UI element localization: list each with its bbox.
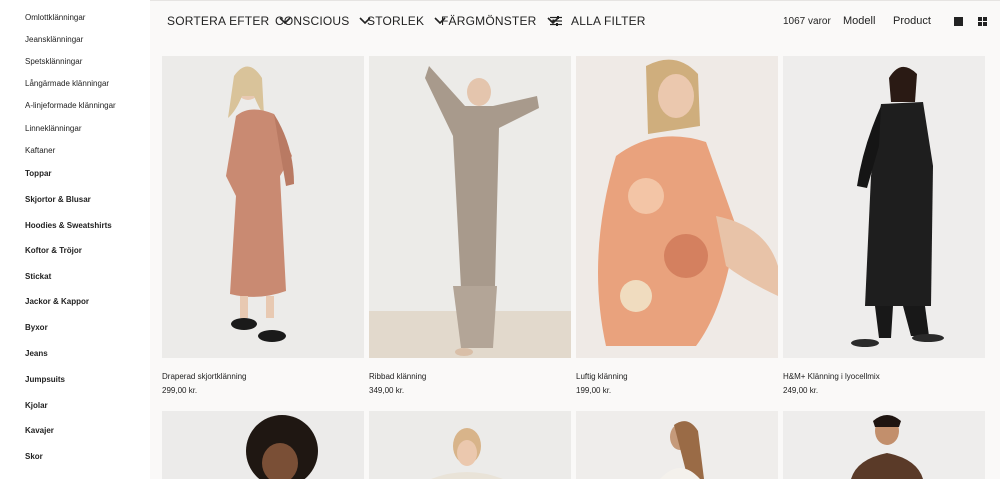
filter-toolbar: SORTERA EFTER CONSCIOUS STORLEK FÄRGMÖNS… bbox=[150, 0, 1000, 44]
product-image[interactable] bbox=[369, 411, 571, 479]
small-grid-icon[interactable] bbox=[978, 17, 987, 26]
sidebar-item-skjortor-blusar[interactable]: Skjortor & Blusar bbox=[25, 195, 91, 204]
model-brown-top-figure bbox=[783, 411, 985, 479]
model-ribbed-dress-figure bbox=[369, 56, 571, 358]
sidebar-item-spetsklanningar[interactable]: Spetsklänningar bbox=[25, 57, 82, 66]
color-pattern-label: FÄRGMÖNSTER bbox=[441, 14, 537, 28]
size-dropdown[interactable]: STORLEK bbox=[367, 14, 446, 28]
large-grid-icon[interactable] bbox=[954, 17, 963, 26]
all-filters-button[interactable]: ALLA FILTER bbox=[550, 14, 646, 28]
view-model-button[interactable]: Modell bbox=[843, 15, 875, 27]
model-floral-dress-figure bbox=[576, 56, 778, 358]
sidebar-item-jumpsuits[interactable]: Jumpsuits bbox=[25, 375, 65, 384]
product-price: 249,00 kr. bbox=[783, 386, 819, 395]
color-pattern-dropdown[interactable]: FÄRGMÖNSTER bbox=[441, 14, 559, 28]
sort-dropdown[interactable]: SORTERA EFTER bbox=[167, 14, 291, 28]
product-image[interactable] bbox=[783, 411, 985, 479]
model-curly-hair-figure bbox=[162, 411, 364, 479]
model-black-dress-figure bbox=[783, 56, 985, 358]
product-image[interactable] bbox=[162, 56, 364, 358]
size-label: STORLEK bbox=[367, 14, 425, 28]
conscious-label: CONSCIOUS bbox=[275, 14, 350, 28]
sidebar-item-hoodies-sweatshirts[interactable]: Hoodies & Sweatshirts bbox=[25, 221, 112, 230]
sidebar-item-jeans[interactable]: Jeans bbox=[25, 349, 48, 358]
sidebar-item-byxor[interactable]: Byxor bbox=[25, 323, 48, 332]
sidebar-item-kjolar[interactable]: Kjolar bbox=[25, 401, 48, 410]
sidebar-item-stickat[interactable]: Stickat bbox=[25, 272, 51, 281]
model-pink-dress-figure bbox=[162, 56, 364, 358]
sidebar-item-kaftaner[interactable]: Kaftaner bbox=[25, 146, 55, 155]
conscious-dropdown[interactable]: CONSCIOUS bbox=[275, 14, 372, 28]
sidebar-item-a-linjeformade-klanningar[interactable]: A-linjeformade klänningar bbox=[25, 101, 116, 110]
model-blonde-figure bbox=[369, 411, 571, 479]
model-profile-figure bbox=[576, 411, 778, 479]
product-name[interactable]: H&M+ Klänning i lyocellmix bbox=[783, 372, 985, 381]
product-card[interactable]: H&M+ Klänning i lyocellmix 249,00 kr. bbox=[783, 56, 985, 395]
product-card[interactable]: Luftig klänning 199,00 kr. bbox=[576, 56, 778, 395]
product-card[interactable]: Ribbad klänning 349,00 kr. bbox=[369, 56, 571, 395]
product-price: 349,00 kr. bbox=[369, 386, 405, 395]
sort-label: SORTERA EFTER bbox=[167, 14, 270, 28]
item-count: 1067 varor bbox=[783, 16, 831, 27]
sidebar-item-toppar[interactable]: Toppar bbox=[25, 169, 52, 178]
product-image[interactable] bbox=[783, 56, 985, 358]
product-name[interactable]: Ribbad klänning bbox=[369, 372, 571, 381]
sidebar-item-omlottklanningar[interactable]: Omlottklänningar bbox=[25, 13, 85, 22]
product-image[interactable] bbox=[576, 411, 778, 479]
product-image[interactable] bbox=[576, 56, 778, 358]
product-name[interactable]: Draperad skjortklänning bbox=[162, 372, 364, 381]
sidebar-item-koftor-trojor[interactable]: Koftor & Tröjor bbox=[25, 246, 82, 255]
product-image[interactable] bbox=[369, 56, 571, 358]
view-product-button[interactable]: Product bbox=[893, 15, 931, 27]
filter-sliders-icon bbox=[550, 16, 562, 26]
toolbar-divider bbox=[150, 0, 1000, 1]
sidebar-item-langarmade-klanningar[interactable]: Långärmade klänningar bbox=[25, 79, 109, 88]
sidebar-item-linneklanningar[interactable]: Linneklänningar bbox=[25, 124, 82, 133]
product-card[interactable]: Draperad skjortklänning 299,00 kr. bbox=[162, 56, 364, 395]
category-sidebar: Omlottklänningar Jeansklänningar Spetskl… bbox=[0, 0, 150, 479]
sidebar-item-kavajer[interactable]: Kavajer bbox=[25, 426, 54, 435]
product-price: 199,00 kr. bbox=[576, 386, 612, 395]
sidebar-item-skor[interactable]: Skor bbox=[25, 452, 43, 461]
sidebar-item-jackor-kappor[interactable]: Jackor & Kappor bbox=[25, 297, 89, 306]
product-image[interactable] bbox=[162, 411, 364, 479]
all-filters-label: ALLA FILTER bbox=[571, 14, 646, 28]
product-price: 299,00 kr. bbox=[162, 386, 198, 395]
product-name[interactable]: Luftig klänning bbox=[576, 372, 778, 381]
sidebar-item-jeansklanningar[interactable]: Jeansklänningar bbox=[25, 35, 83, 44]
